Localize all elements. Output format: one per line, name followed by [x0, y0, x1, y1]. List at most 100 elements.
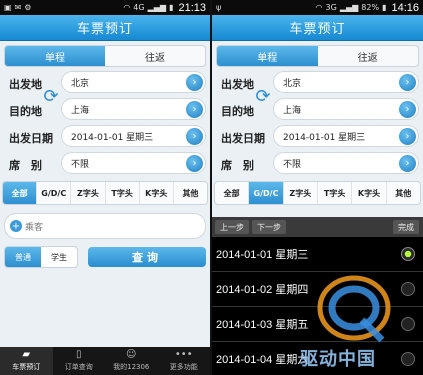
to-label: 目的地: [9, 105, 42, 118]
date-row: 出发日期 2014-01-01 星期三 ›: [216, 125, 419, 149]
chevron-right-icon[interactable]: ›: [399, 128, 416, 145]
clipboard-icon: ▯: [75, 349, 82, 360]
signal-icon: ▂▄▆: [147, 2, 167, 12]
date-option[interactable]: 2014-01-01 星期三: [212, 237, 423, 272]
tab-one-way[interactable]: 单程: [5, 46, 105, 66]
tab-round-trip[interactable]: 往返: [105, 46, 205, 66]
nav-ticket-booking[interactable]: ▰ 车票预订: [0, 347, 53, 375]
chevron-right-icon[interactable]: ›: [399, 101, 416, 118]
tab-one-way[interactable]: 单程: [217, 46, 318, 66]
to-value: 上海: [71, 105, 90, 116]
tab-t[interactable]: T字头: [106, 182, 140, 204]
seat-value: 不限: [283, 159, 302, 170]
from-label: 出发地: [221, 78, 254, 91]
chevron-right-icon[interactable]: ›: [186, 101, 203, 118]
chevron-right-icon[interactable]: ›: [186, 128, 203, 145]
page-title: 车票预订: [0, 15, 210, 41]
from-value: 北京: [71, 78, 90, 89]
notification-icon: ✉: [14, 2, 22, 12]
nav-my-12306[interactable]: ☺ 我的12306: [105, 347, 158, 375]
seat-field[interactable]: 不限 ›: [61, 152, 206, 174]
seat-field[interactable]: 不限 ›: [273, 152, 419, 174]
tab-other[interactable]: 其他: [387, 182, 420, 204]
seat-row: 席 别 不限 ›: [4, 152, 206, 176]
from-label: 出发地: [9, 78, 42, 91]
to-row: 目的地 上海 ›: [216, 98, 419, 122]
seat-row: 席 别 不限 ›: [216, 152, 419, 176]
phone-right: ψ ◠ 3G ▂▄▆ 82% ▮ 14:16 车票预订 单程 往返 ⟳ 出发地 …: [212, 0, 423, 375]
nav-label: 更多功能: [169, 363, 198, 371]
nav-label: 订单查询: [64, 363, 93, 371]
action-row: 普通 学生 查询: [4, 246, 206, 268]
wifi-icon: ◠: [123, 2, 131, 12]
screenshot-pair: ▣ ✉ ⚙ ◠ 4G ▂▄▆ ▮ 21:13 车票预订 单程 往返 ⟳ 出发地 …: [0, 0, 423, 375]
chevron-right-icon[interactable]: ›: [399, 74, 416, 91]
battery-percent: 82%: [361, 2, 380, 12]
notification-icon: ▣: [4, 2, 12, 12]
page-title: 车票预订: [212, 15, 423, 41]
nav-more[interactable]: ••• 更多功能: [158, 347, 211, 375]
plus-icon[interactable]: +: [10, 220, 22, 232]
people-icon: ☺: [126, 349, 137, 360]
tab-k[interactable]: K字头: [140, 182, 174, 204]
chevron-right-icon[interactable]: ›: [399, 155, 416, 172]
tab-z[interactable]: Z字头: [284, 182, 318, 204]
date-label: 出发日期: [221, 132, 265, 145]
trip-type-toggle: 单程 往返: [216, 45, 419, 67]
ticket-type-toggle: 普通 学生: [4, 246, 78, 268]
usb-icon: ψ: [216, 2, 222, 12]
add-passenger-field[interactable]: + 乘客: [4, 213, 206, 239]
next-step-button[interactable]: 下一步: [252, 220, 286, 234]
tab-z[interactable]: Z字头: [71, 182, 106, 204]
status-bar: ▣ ✉ ⚙ ◠ 4G ▂▄▆ ▮ 21:13: [0, 0, 210, 15]
booking-form: ⟳ 出发地 北京 › 目的地 上海 › 出发日期 2014-01-01 星期三: [4, 71, 206, 176]
nav-label: 我的12306: [113, 363, 150, 371]
clock: 21:13: [178, 1, 206, 14]
date-field[interactable]: 2014-01-01 星期三 ›: [61, 125, 206, 147]
trip-type-toggle: 单程 往返: [4, 45, 206, 67]
tab-all-trains[interactable]: 全部: [3, 182, 38, 204]
train-type-tabs: 全部 G/D/C Z字头 T字头 K字头 其他: [2, 181, 208, 205]
date-value: 2014-01-01 星期三: [71, 132, 154, 143]
radio-selected-icon[interactable]: [401, 247, 415, 261]
wifi-icon: ◠: [315, 2, 323, 12]
chevron-right-icon[interactable]: ›: [186, 74, 203, 91]
date-row: 出发日期 2014-01-01 星期三 ›: [4, 125, 206, 149]
to-field[interactable]: 上海 ›: [273, 98, 419, 120]
from-field[interactable]: 北京 ›: [273, 71, 419, 93]
to-field[interactable]: 上海 ›: [61, 98, 206, 120]
passenger-placeholder: 乘客: [25, 222, 44, 233]
battery-icon: ▮: [382, 2, 387, 12]
done-button[interactable]: 完成: [393, 220, 419, 234]
date-option-label: 2014-01-01 星期三: [216, 249, 309, 261]
nav-order-query[interactable]: ▯ 订单查询: [53, 347, 106, 375]
signal-label: 3G: [325, 2, 337, 12]
prev-step-button[interactable]: 上一步: [215, 220, 249, 234]
date-label: 出发日期: [9, 132, 53, 145]
tab-t[interactable]: T字头: [318, 182, 353, 204]
to-label: 目的地: [221, 105, 254, 118]
tab-gdc[interactable]: G/D/C: [249, 182, 284, 204]
tab-k[interactable]: K字头: [352, 182, 387, 204]
to-row: 目的地 上海 ›: [4, 98, 206, 122]
date-value: 2014-01-01 星期三: [283, 132, 366, 143]
tab-all-trains[interactable]: 全部: [215, 182, 250, 204]
from-value: 北京: [283, 78, 302, 89]
tab-other[interactable]: 其他: [174, 182, 207, 204]
phone-left: ▣ ✉ ⚙ ◠ 4G ▂▄▆ ▮ 21:13 车票预订 单程 往返 ⟳ 出发地 …: [0, 0, 210, 375]
query-button[interactable]: 查询: [88, 247, 206, 267]
train-icon: ▰: [22, 349, 31, 360]
from-field[interactable]: 北京 ›: [61, 71, 206, 93]
chevron-right-icon[interactable]: ›: [186, 155, 203, 172]
tab-round-trip[interactable]: 往返: [318, 46, 419, 66]
ticket-type-student[interactable]: 学生: [41, 247, 77, 267]
tab-gdc[interactable]: G/D/C: [37, 182, 72, 204]
seat-label: 席 别: [221, 159, 254, 172]
date-field[interactable]: 2014-01-01 星期三 ›: [273, 125, 419, 147]
train-type-tabs: 全部 G/D/C Z字头 T字头 K字头 其他: [214, 181, 421, 205]
ticket-type-adult[interactable]: 普通: [5, 247, 41, 267]
nav-label: 车票预订: [12, 363, 41, 371]
seat-value: 不限: [71, 159, 90, 170]
seat-label: 席 别: [9, 159, 42, 172]
battery-icon: ▮: [169, 2, 174, 12]
